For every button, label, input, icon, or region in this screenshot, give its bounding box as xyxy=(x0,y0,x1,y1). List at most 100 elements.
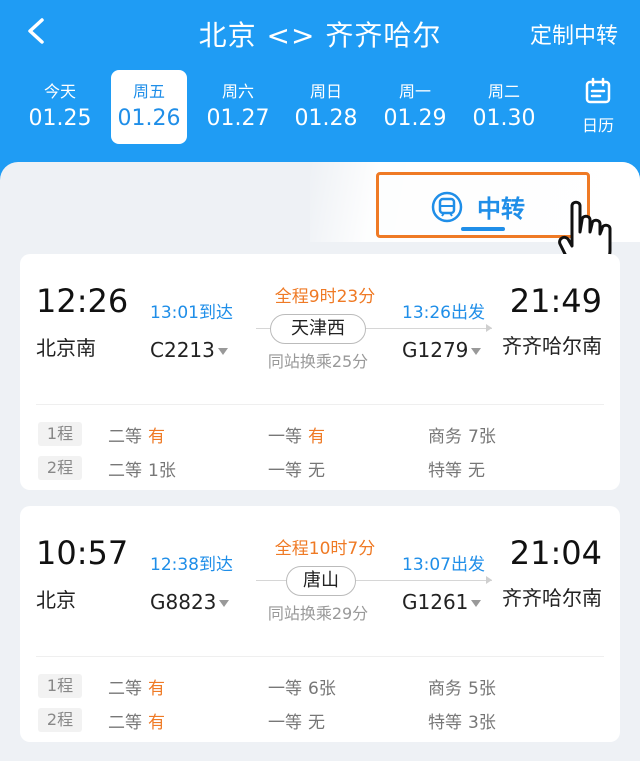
date-item[interactable]: 今天 01.25 xyxy=(22,70,98,144)
transfer-wait: 同站换乘25分 xyxy=(267,352,369,371)
arrive-time: 21:49 xyxy=(509,282,602,320)
arrive-station: 齐齐哈尔南 xyxy=(502,586,602,610)
seat-name: 二等 xyxy=(108,427,142,447)
leg1-train[interactable]: G8823 xyxy=(150,590,230,614)
date-item[interactable]: 周日 01.28 xyxy=(288,70,364,144)
seat-class: 特等无 xyxy=(428,456,485,481)
trip-card[interactable]: 12:26 北京南 13:01到达 C2213 全程9时23分 天津西 同站换乘… xyxy=(20,254,620,490)
leg1-train-number: C2213 xyxy=(150,338,215,362)
date-value: 01.30 xyxy=(472,106,536,131)
date-day: 周六 xyxy=(221,82,254,101)
seat-availability: 无 xyxy=(468,461,485,481)
seat-class: 二等有 xyxy=(108,422,165,447)
tab-transfer-label: 中转 xyxy=(477,195,525,223)
leg1-train[interactable]: C2213 xyxy=(150,338,228,362)
seat-row-leg2: 2程 二等有 一等无 特等 3张 xyxy=(20,706,620,733)
divider xyxy=(36,404,604,405)
seat-availability: 有 xyxy=(308,427,325,447)
content-area: 中转 12:26 北京南 13:01到达 C2213 全程9时23分 天津西 同… xyxy=(0,162,640,761)
date-day: 周二 xyxy=(487,82,520,101)
top-bar: 北京 <> 齐齐哈尔 定制中转 xyxy=(0,0,640,64)
date-item[interactable]: 周一 01.29 xyxy=(377,70,453,144)
date-selector: 今天 01.25 周五 01.26 周六 01.27 周日 01.28 周一 0… xyxy=(0,70,640,150)
date-value: 01.29 xyxy=(383,106,447,131)
depart-station: 北京 xyxy=(36,588,76,612)
seat-class: 特等 3张 xyxy=(428,708,496,733)
seat-class: 一等无 xyxy=(268,456,325,481)
leg2-train[interactable]: G1279 xyxy=(402,338,482,362)
date-day: 今天 xyxy=(43,82,76,101)
leg2-depart-time: 13:07出发 xyxy=(402,555,485,575)
seat-availability: 无 xyxy=(308,713,325,733)
seat-name: 一等 xyxy=(268,427,302,447)
seat-class: 一等 6张 xyxy=(268,674,336,699)
seat-class: 商务 5张 xyxy=(428,674,496,699)
caret-down-icon xyxy=(471,600,482,607)
leg2-depart-time: 13:26出发 xyxy=(402,303,485,323)
date-item[interactable]: 周二 01.30 xyxy=(466,70,542,144)
depart-station: 北京南 xyxy=(36,336,96,360)
seat-availability: 有 xyxy=(148,713,165,733)
transfer-wait: 同站换乘29分 xyxy=(267,604,369,623)
arrow-right-icon xyxy=(486,324,492,332)
seat-availability: 无 xyxy=(308,461,325,481)
trip-card[interactable]: 10:57 北京 12:38到达 G8823 全程10时7分 唐山 同站换乘29… xyxy=(20,506,620,742)
leg2-train[interactable]: G1261 xyxy=(402,590,482,614)
seat-name: 二等 xyxy=(108,679,142,699)
seat-name: 一等 xyxy=(268,461,302,481)
seat-class: 一等有 xyxy=(268,422,325,447)
calendar-icon xyxy=(583,77,613,110)
seat-class: 二等 1张 xyxy=(108,456,176,481)
seat-name: 特等 xyxy=(428,713,462,733)
train-icon xyxy=(431,191,463,223)
date-day: 周日 xyxy=(309,82,342,101)
seat-availability: 1张 xyxy=(148,461,176,481)
calendar-button[interactable]: 日历 xyxy=(576,76,620,136)
date-day: 周一 xyxy=(398,82,431,101)
seat-name: 商务 xyxy=(428,679,462,699)
seat-class: 二等有 xyxy=(108,674,165,699)
total-duration: 全程10时7分 xyxy=(274,539,376,559)
seat-availability: 7张 xyxy=(468,427,496,447)
leg-label: 1程 xyxy=(38,674,82,698)
seat-availability: 有 xyxy=(148,679,165,699)
seat-class: 商务 7张 xyxy=(428,422,496,447)
depart-time: 10:57 xyxy=(36,534,129,572)
transfer-station: 天津西 xyxy=(270,314,366,344)
date-item[interactable]: 周六 01.27 xyxy=(200,70,276,144)
seat-name: 商务 xyxy=(428,427,462,447)
seat-availability: 有 xyxy=(148,427,165,447)
caret-down-icon xyxy=(217,348,228,355)
seat-availability: 6张 xyxy=(308,679,336,699)
seat-availability: 3张 xyxy=(468,713,496,733)
seat-name: 二等 xyxy=(108,461,142,481)
seat-row-leg1: 1程 二等有 一等有 商务 7张 xyxy=(20,420,620,447)
divider xyxy=(36,656,604,657)
total-duration: 全程9时23分 xyxy=(274,287,376,307)
seat-class: 二等有 xyxy=(108,708,165,733)
leg-label: 1程 xyxy=(38,422,82,446)
calendar-label: 日历 xyxy=(581,116,614,135)
transfer-station: 唐山 xyxy=(286,566,356,596)
date-value: 01.25 xyxy=(28,106,92,131)
seat-class: 一等无 xyxy=(268,708,325,733)
arrive-station: 齐齐哈尔南 xyxy=(502,334,602,358)
custom-transfer-button[interactable]: 定制中转 xyxy=(530,18,618,50)
leg1-train-number: G8823 xyxy=(150,590,217,614)
leg1-arrive-time: 12:38到达 xyxy=(150,555,233,575)
seat-row-leg1: 1程 二等有 一等 6张 商务 5张 xyxy=(20,672,620,699)
date-day: 周五 xyxy=(132,82,165,101)
caret-down-icon xyxy=(471,348,482,355)
leg2-train-number: G1261 xyxy=(402,590,469,614)
date-value: 01.28 xyxy=(294,106,358,131)
seat-name: 二等 xyxy=(108,713,142,733)
header: 北京 <> 齐齐哈尔 定制中转 今天 01.25 周五 01.26 周六 01.… xyxy=(0,0,640,180)
seat-availability: 5张 xyxy=(468,679,496,699)
caret-down-icon xyxy=(219,600,230,607)
date-item-selected[interactable]: 周五 01.26 xyxy=(111,70,187,144)
seat-name: 一等 xyxy=(268,679,302,699)
seat-row-leg2: 2程 二等 1张 一等无 特等无 xyxy=(20,454,620,481)
arrow-right-icon xyxy=(486,576,492,584)
depart-time: 12:26 xyxy=(36,282,129,320)
arrive-time: 21:04 xyxy=(509,534,602,572)
